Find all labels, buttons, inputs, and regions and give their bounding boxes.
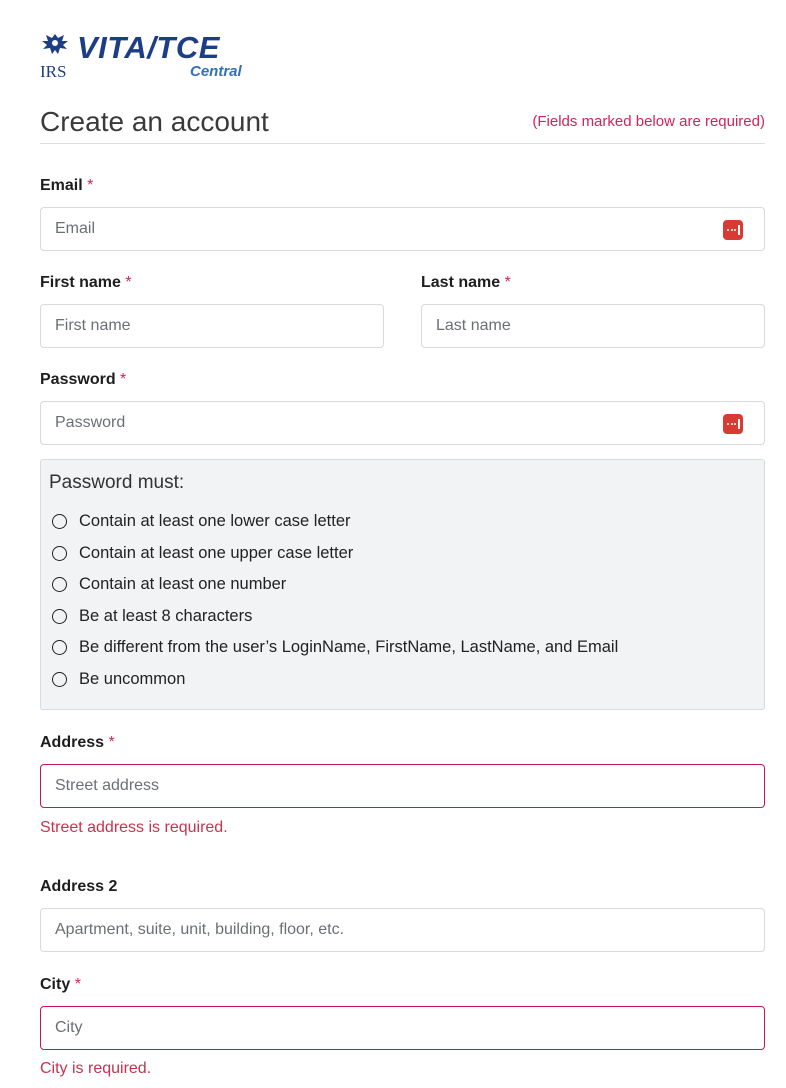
password-requirements-list: Contain at least one lower case letter C… (52, 512, 618, 701)
email-label: Email * (40, 177, 94, 194)
unchecked-circle-icon (52, 577, 67, 592)
header-divider (40, 143, 765, 144)
password-rule-item: Be uncommon (52, 670, 618, 702)
street-address-field[interactable] (41, 765, 764, 807)
city-label: City * (40, 976, 81, 993)
address2-field[interactable] (41, 909, 764, 951)
irs-eagle-icon (42, 34, 68, 54)
vita-tce-wordmark: VITA/TCE (77, 30, 220, 65)
address-error-message: Street address is required. (40, 819, 228, 836)
address2-label: Address 2 (40, 878, 118, 895)
unchecked-circle-icon (52, 545, 67, 561)
password-requirements-title: Password must: (49, 472, 185, 493)
address-field-wrapper (40, 764, 765, 808)
last-name-label: Last name * (421, 274, 511, 291)
password-manager-icon[interactable] (723, 414, 743, 434)
first-name-label: First name * (40, 274, 132, 291)
city-error-message: City is required. (40, 1060, 152, 1077)
unchecked-circle-icon (52, 608, 67, 624)
city-field[interactable] (41, 1007, 764, 1049)
first-name-field-wrapper (40, 304, 384, 348)
password-label: Password * (40, 371, 127, 388)
unchecked-circle-icon (52, 514, 67, 529)
password-field[interactable] (41, 402, 764, 444)
city-field-wrapper (40, 1006, 765, 1050)
email-field[interactable] (41, 208, 764, 250)
password-rule-item: Be different from the user’s LoginName, … (52, 638, 618, 670)
password-rule-item: Be at least 8 characters (52, 607, 618, 639)
logo: IRS VITA/TCE Central (40, 28, 260, 84)
required-star: * (87, 177, 94, 194)
unchecked-circle-icon (52, 640, 67, 655)
required-star: * (504, 274, 511, 291)
required-star: * (125, 274, 132, 291)
password-manager-icon[interactable] (723, 220, 743, 240)
required-star: * (74, 976, 81, 993)
unchecked-circle-icon (52, 671, 67, 687)
page-title: Create an account (40, 106, 269, 137)
required-star: * (108, 734, 115, 751)
irs-wordmark: IRS (40, 62, 67, 81)
password-requirements-panel: Password must: Contain at least one lowe… (40, 459, 765, 710)
email-field-wrapper (40, 207, 765, 251)
required-fields-note: (Fields marked below are required) (532, 113, 765, 130)
first-name-field[interactable] (41, 305, 383, 347)
central-wordmark: Central (190, 63, 242, 80)
last-name-field[interactable] (422, 305, 764, 347)
address-label: Address * (40, 734, 115, 751)
address2-field-wrapper (40, 908, 765, 952)
password-rule-item: Contain at least one upper case letter (52, 544, 618, 576)
password-field-wrapper (40, 401, 765, 445)
required-star: * (120, 371, 127, 388)
last-name-field-wrapper (421, 304, 765, 348)
password-rule-item: Contain at least one number (52, 575, 618, 607)
password-rule-item: Contain at least one lower case letter (52, 512, 618, 544)
